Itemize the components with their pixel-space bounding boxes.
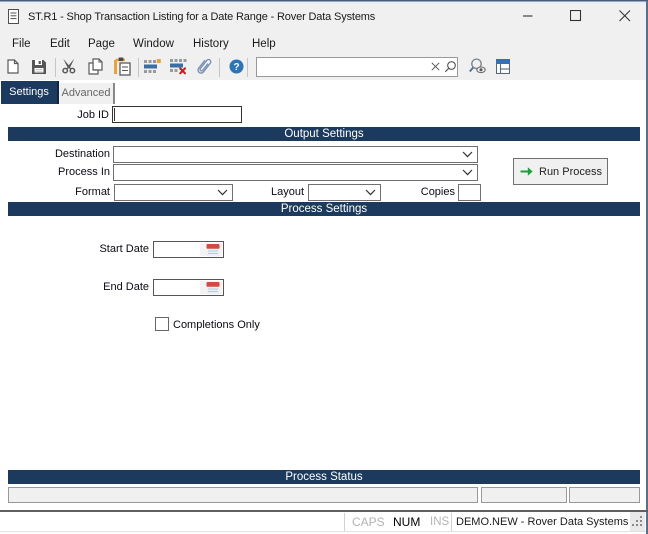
svg-text:?: ? [233, 62, 239, 73]
